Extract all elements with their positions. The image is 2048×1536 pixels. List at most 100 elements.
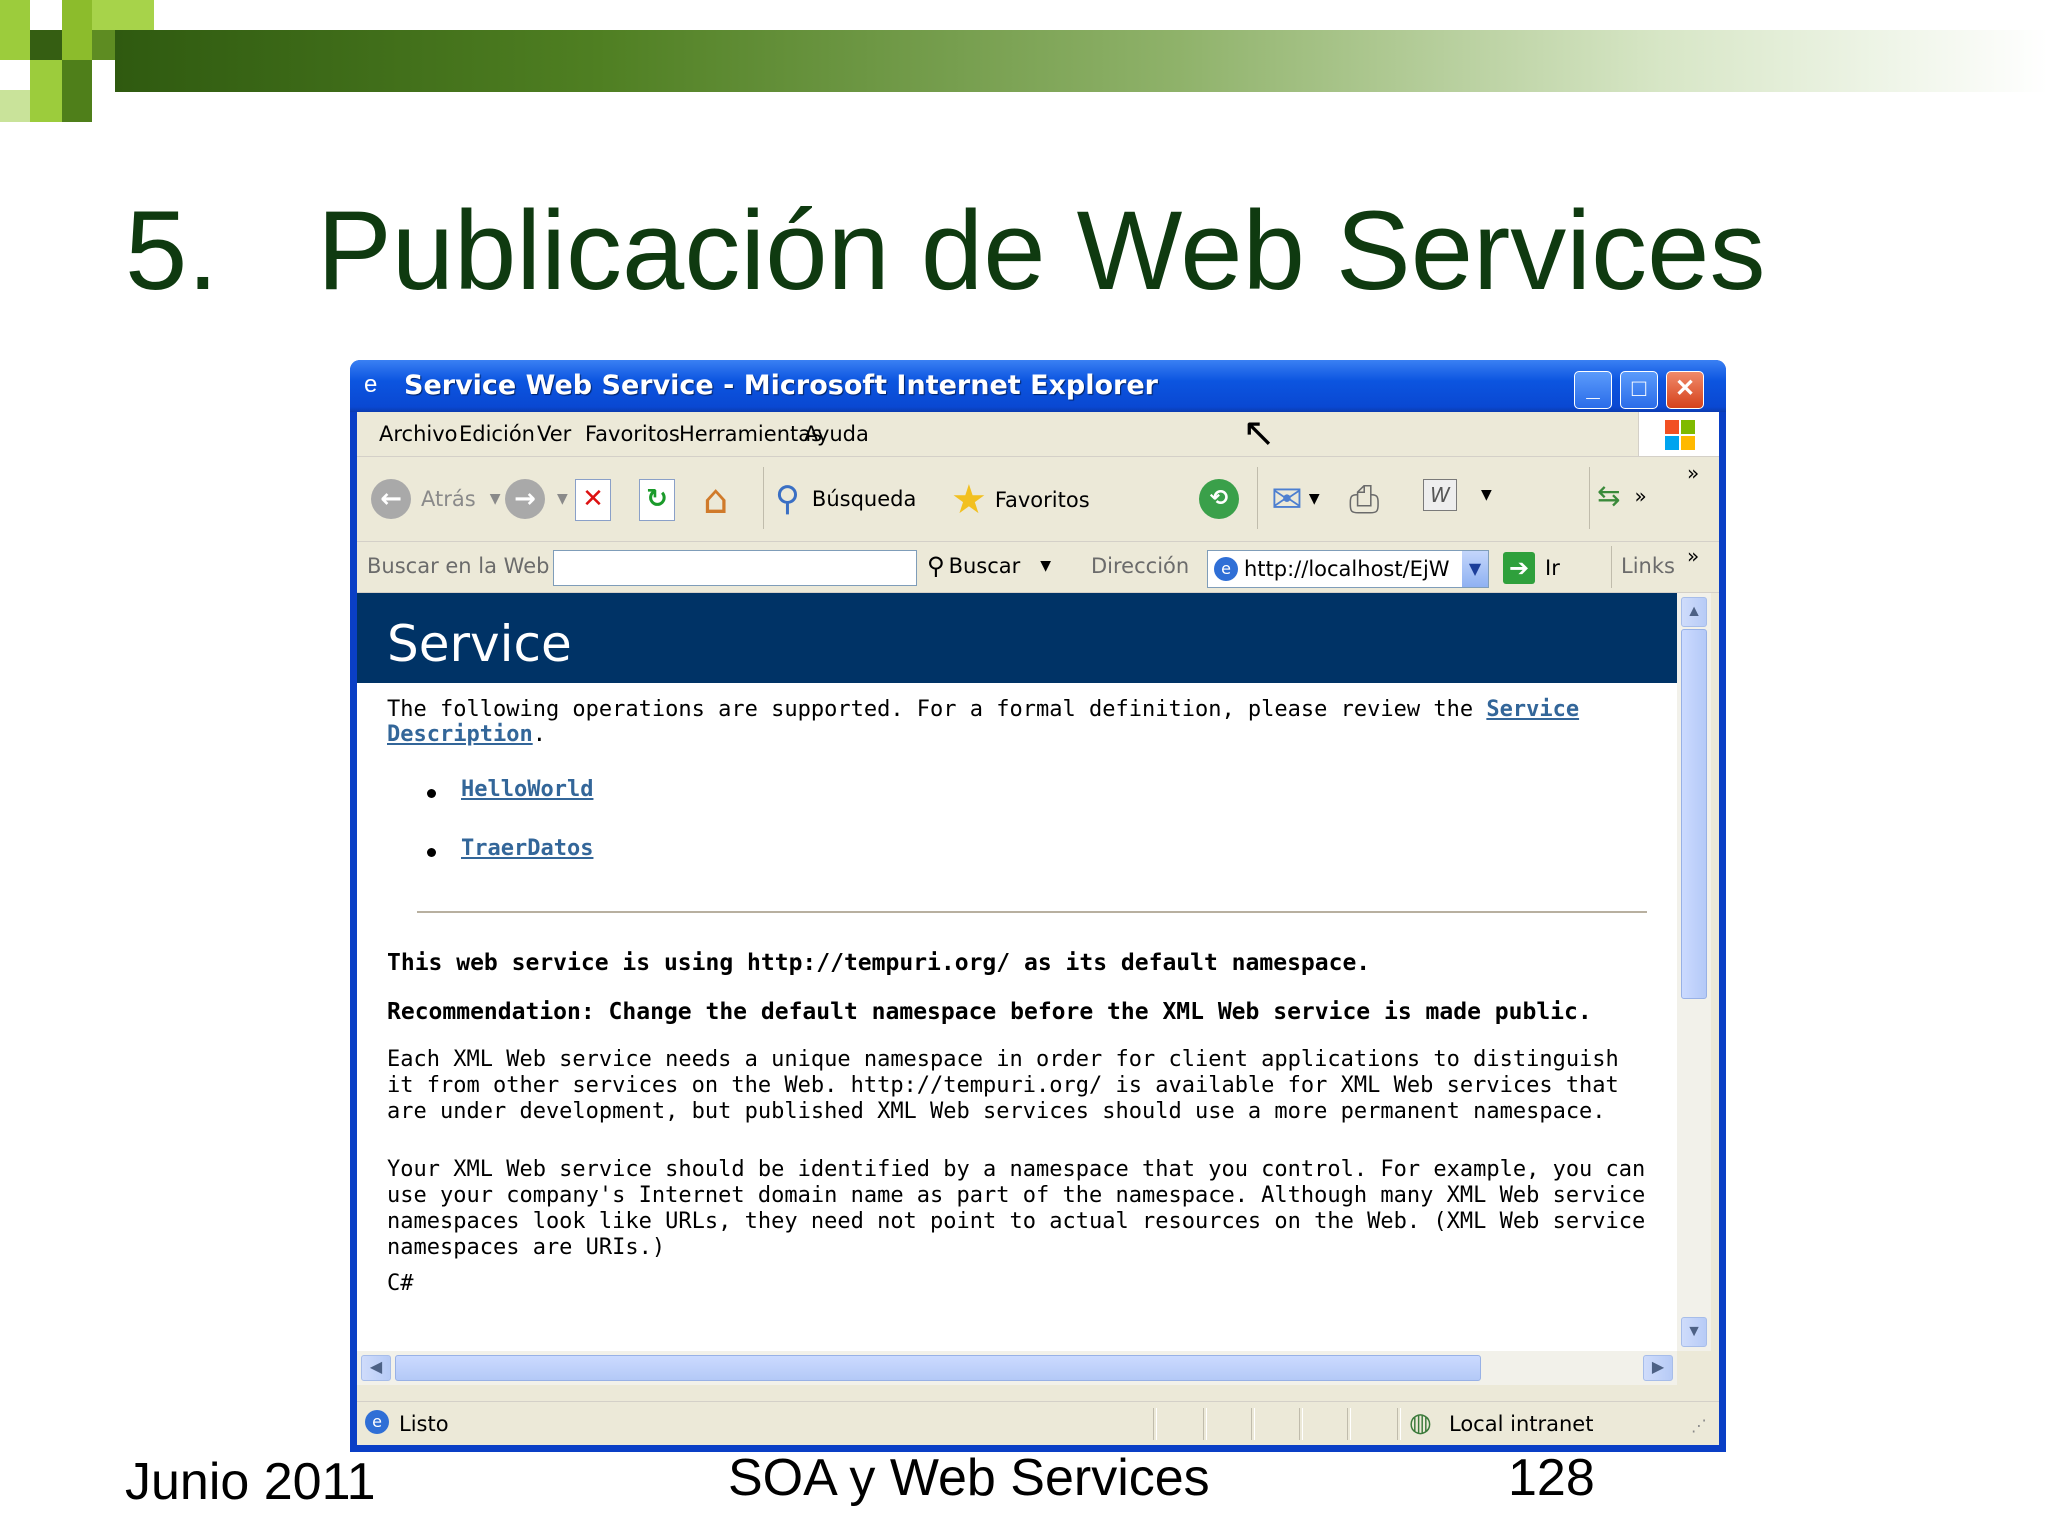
menu-edicion[interactable]: Edición bbox=[459, 422, 535, 446]
go-arrow-icon: ➔ bbox=[1503, 552, 1535, 584]
scroll-right-icon[interactable]: ▶ bbox=[1643, 1355, 1673, 1381]
search-icon: ⚲ bbox=[927, 552, 945, 580]
close-button[interactable]: ✕ bbox=[1666, 371, 1704, 409]
address-label: Dirección bbox=[1091, 554, 1190, 578]
vertical-scrollbar[interactable]: ▲ ▼ bbox=[1677, 593, 1711, 1351]
standard-toolbar: ← Atrás ▼ → ▼ ✕ ↻ ⌂ ⚲ Búsqueda ★ Favorit… bbox=[357, 457, 1719, 542]
page-content: Service The following operations are sup… bbox=[357, 593, 1677, 1351]
intro-text: The following operations are supported. … bbox=[387, 697, 1647, 747]
toolbar-extra-button[interactable]: ⇆ » bbox=[1597, 479, 1647, 512]
forward-dropdown-icon: ▼ bbox=[557, 491, 568, 507]
list-item: TraerDatos bbox=[427, 836, 1647, 861]
intranet-globe-icon: ◍ bbox=[1409, 1408, 1432, 1438]
divider bbox=[417, 911, 1647, 913]
menu-ver[interactable]: Ver bbox=[537, 422, 571, 446]
service-page-body: The following operations are supported. … bbox=[387, 697, 1647, 1321]
scroll-up-icon[interactable]: ▲ bbox=[1681, 597, 1707, 627]
scroll-down-icon[interactable]: ▼ bbox=[1681, 1317, 1707, 1347]
slide-title: 5. Publicación de Web Services bbox=[125, 195, 1765, 307]
footer-date: Junio 2011 bbox=[125, 1453, 376, 1511]
footer-page-number: 128 bbox=[1508, 1449, 1595, 1507]
page-icon: e bbox=[1214, 557, 1238, 581]
mouse-cursor-icon: ↖ bbox=[1242, 411, 1276, 455]
links-chevron-icon[interactable]: » bbox=[1687, 544, 1699, 568]
address-toolbar: Buscar en la Web ⚲ Buscar ▼ Dirección eh… bbox=[357, 542, 1719, 593]
search-icon: ⚲ bbox=[775, 479, 800, 519]
code-label: C# bbox=[387, 1271, 414, 1296]
menu-archivo[interactable]: Archivo bbox=[379, 422, 458, 446]
slide-number: 5. bbox=[125, 188, 219, 313]
horizontal-scroll-thumb[interactable] bbox=[395, 1355, 1481, 1381]
operations-list: HelloWorld TraerDatos bbox=[427, 777, 1647, 861]
namespace-note: This web service is using http://tempuri… bbox=[387, 950, 1371, 976]
menu-herramientas[interactable]: Herramientas bbox=[679, 422, 822, 446]
edit-button[interactable]: W ▼ bbox=[1423, 479, 1492, 511]
address-input[interactable]: e http://localhost/EjW ▼ bbox=[1207, 550, 1489, 588]
history-icon: ⟲ bbox=[1199, 479, 1239, 519]
favorites-button[interactable]: ★ Favoritos bbox=[951, 477, 1090, 523]
minimize-button[interactable]: _ bbox=[1574, 371, 1612, 409]
menu-favoritos[interactable]: Favoritos bbox=[585, 422, 680, 446]
buscar-label: Buscar bbox=[948, 554, 1021, 578]
links-toolbar-icon: ⇆ bbox=[1597, 479, 1621, 512]
slide-header-bar bbox=[115, 30, 2048, 92]
search-web-input[interactable] bbox=[553, 550, 917, 586]
menu-ayuda: Ayuda bbox=[804, 422, 869, 446]
buscar-button[interactable]: ⚲ Buscar ▼ bbox=[927, 552, 1051, 580]
print-button[interactable]: ⎙ bbox=[1349, 477, 1379, 522]
refresh-button[interactable]: ↻ bbox=[639, 479, 675, 521]
forward-button[interactable]: → ▼ bbox=[505, 479, 568, 519]
go-button[interactable]: ➔ Ir bbox=[1503, 552, 1560, 584]
address-dropdown-icon[interactable]: ▼ bbox=[1462, 551, 1488, 587]
ie-window: e Service Web Service - Microsoft Intern… bbox=[350, 360, 1726, 1452]
go-label: Ir bbox=[1545, 556, 1560, 580]
favorites-star-icon: ★ bbox=[951, 477, 987, 523]
intro-suffix: . bbox=[532, 722, 546, 747]
service-title: Service bbox=[387, 615, 572, 673]
search-button[interactable]: ⚲ Búsqueda bbox=[775, 479, 916, 519]
scrollbar-corner bbox=[1677, 1351, 1719, 1385]
window-title: Service Web Service - Microsoft Internet… bbox=[404, 370, 1158, 401]
toolbar-overflow-icon: » bbox=[1634, 483, 1647, 508]
search-web-label: Buscar en la Web bbox=[367, 554, 550, 578]
print-icon: ⎙ bbox=[1349, 477, 1380, 521]
window-titlebar[interactable]: e Service Web Service - Microsoft Intern… bbox=[350, 360, 1726, 412]
back-label: Atrás bbox=[421, 487, 476, 511]
refresh-icon: ↻ bbox=[639, 479, 675, 521]
windows-logo-icon bbox=[1638, 412, 1719, 456]
search-label: Búsqueda bbox=[811, 487, 917, 511]
back-dropdown-icon: ▼ bbox=[489, 491, 501, 507]
page-status-icon: e bbox=[365, 1410, 389, 1434]
buscar-dropdown-icon: ▼ bbox=[1040, 558, 1052, 574]
ie-icon: e bbox=[364, 371, 378, 398]
list-item: HelloWorld bbox=[427, 777, 1647, 802]
toolbar-chevron-icon[interactable]: » bbox=[1687, 461, 1699, 485]
status-bar: e Listo ◍ Local intranet ⋰ bbox=[357, 1401, 1719, 1446]
slide-title-text: Publicación de Web Services bbox=[317, 188, 1766, 313]
operation-link-helloworld[interactable]: HelloWorld bbox=[461, 777, 593, 802]
address-url: http://localhost/EjW bbox=[1244, 557, 1450, 581]
back-icon: ← bbox=[371, 479, 411, 519]
history-button[interactable]: ⟲ bbox=[1199, 479, 1239, 519]
links-label[interactable]: Links bbox=[1621, 554, 1675, 578]
maximize-button[interactable]: □ bbox=[1620, 371, 1658, 409]
home-button[interactable]: ⌂ bbox=[703, 477, 728, 523]
back-button[interactable]: ← Atrás ▼ bbox=[371, 479, 500, 519]
footer-title: SOA y Web Services bbox=[728, 1449, 1210, 1507]
vertical-scroll-thumb[interactable] bbox=[1681, 629, 1707, 999]
mail-button[interactable]: ✉ ▼ bbox=[1271, 477, 1320, 521]
stop-button[interactable]: ✕ bbox=[575, 479, 611, 521]
forward-icon: → bbox=[505, 479, 545, 519]
favorites-label: Favoritos bbox=[994, 488, 1090, 512]
resize-grip-icon[interactable]: ⋰ bbox=[1691, 1416, 1707, 1435]
horizontal-scrollbar[interactable]: ◀ ▶ bbox=[357, 1351, 1677, 1385]
window-body: Archivo Edición Ver Favoritos Herramient… bbox=[357, 412, 1719, 1445]
operation-link-traerdatos[interactable]: TraerDatos bbox=[461, 836, 593, 861]
edit-dropdown-icon: ▼ bbox=[1481, 487, 1492, 503]
edit-icon: W bbox=[1423, 479, 1457, 511]
namespace-paragraph-2: Your XML Web service should be identifie… bbox=[387, 1157, 1646, 1260]
scroll-left-icon[interactable]: ◀ bbox=[361, 1355, 391, 1381]
menu-bar: Archivo Edición Ver Favoritos Herramient… bbox=[357, 412, 1719, 457]
home-icon: ⌂ bbox=[703, 477, 729, 523]
stop-icon: ✕ bbox=[575, 479, 611, 521]
